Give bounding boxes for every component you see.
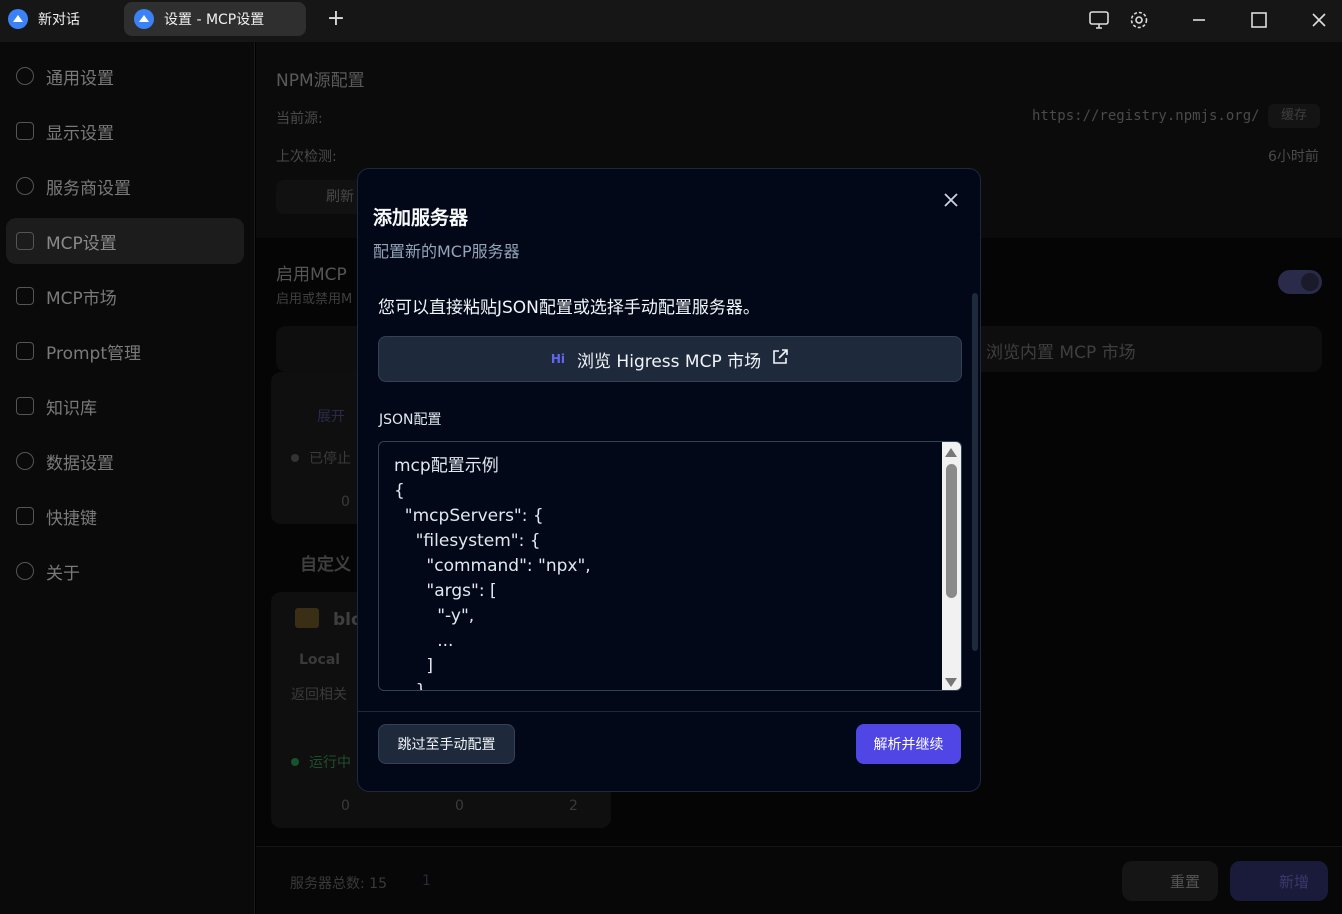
- shopping-bag-icon: [16, 287, 34, 305]
- running-count: 1: [422, 873, 431, 889]
- enable-mcp-toggle[interactable]: [1278, 270, 1322, 294]
- reset-button[interactable]: 重置: [1122, 861, 1218, 901]
- settings-icon: [16, 67, 34, 85]
- app-logo-icon: [8, 9, 28, 29]
- tab-new-chat[interactable]: 新对话: [8, 2, 80, 36]
- sidebar-item-label: MCP市场: [46, 288, 117, 309]
- skip-to-manual-button[interactable]: 跳过至手动配置: [378, 724, 515, 764]
- market-button-label: 浏览 Higress MCP 市场: [577, 351, 762, 372]
- minimize-icon[interactable]: [1185, 6, 1213, 34]
- sidebar-item-label: 数据设置: [46, 453, 114, 474]
- enable-mcp-desc: 启用或禁用M: [276, 292, 353, 307]
- sidebar-item-display[interactable]: 显示设置: [6, 108, 244, 154]
- refresh-label: 刷新: [326, 189, 354, 205]
- toggle-knob: [1301, 273, 1319, 291]
- running-status: 运行中: [309, 755, 351, 771]
- sidebar-item-label: MCP设置: [46, 233, 117, 254]
- tools-count: 0: [341, 494, 350, 510]
- browse-higress-market-button[interactable]: Hi 浏览 Higress MCP 市场: [378, 336, 962, 382]
- scroll-up-arrow-icon[interactable]: [945, 448, 957, 457]
- add-server-dialog: 添加服务器 配置新的MCP服务器 您可以直接粘贴JSON配置或选择手动配置服务器…: [357, 168, 981, 792]
- current-source-label: 当前源:: [276, 111, 323, 127]
- info-icon: [16, 562, 34, 580]
- add-button[interactable]: 新增: [1230, 861, 1328, 901]
- status-dot: [291, 758, 299, 766]
- sidebar-item-label: 服务商设置: [46, 178, 131, 199]
- cache-badge[interactable]: 缓存: [1268, 104, 1320, 128]
- tab-label: 设置 - MCP设置: [164, 12, 265, 28]
- sidebar-item-mcp-market[interactable]: MCP市场: [6, 273, 244, 319]
- expand-link[interactable]: 展开: [317, 406, 345, 426]
- server-icon: [16, 232, 34, 250]
- tab-settings[interactable]: 设置 - MCP设置: [124, 2, 306, 36]
- sidebar-item-general[interactable]: 通用设置: [6, 53, 244, 99]
- prompts-count: 0: [455, 798, 464, 814]
- stopped-status: 已停止: [309, 451, 351, 467]
- book-open-icon: [16, 342, 34, 360]
- enable-mcp-title: 启用MCP: [276, 265, 347, 285]
- higress-logo-icon: Hi: [550, 352, 566, 366]
- folder-icon: [295, 608, 319, 628]
- browse-builtin-market-link[interactable]: 浏览内置 MCP 市场: [986, 338, 1136, 363]
- dialog-title: 添加服务器: [373, 207, 469, 229]
- keyboard-icon: [16, 507, 34, 525]
- database-icon: [16, 452, 34, 470]
- new-tab-button[interactable]: +: [326, 6, 346, 31]
- footer-bar: 服务器总数: 15 1 重置 新增: [256, 846, 1342, 914]
- title-bar: 新对话 设置 - MCP设置 +: [0, 0, 1342, 42]
- sidebar-item-label: 关于: [46, 563, 80, 584]
- dialog-intro-text: 您可以直接粘贴JSON配置或选择手动配置服务器。: [378, 298, 760, 318]
- current-source-value: https://registry.npmjs.org/: [1032, 108, 1260, 124]
- close-icon[interactable]: [940, 189, 962, 211]
- tab-label: 新对话: [38, 12, 80, 28]
- server-total: 服务器总数: 15: [290, 876, 387, 892]
- book-icon: [16, 397, 34, 415]
- server-description: 返回相关: [291, 687, 347, 703]
- local-badge: Local: [299, 652, 341, 668]
- last-check-value: 6小时前: [1268, 149, 1319, 165]
- app-logo-icon: [134, 9, 154, 29]
- parse-and-continue-button[interactable]: 解析并继续: [856, 724, 961, 764]
- json-config-textarea[interactable]: mcp配置示例 { "mcpServers": { "filesystem": …: [378, 441, 962, 691]
- json-config-label: JSON配置: [379, 412, 442, 428]
- tools-count: 0: [341, 798, 350, 814]
- scroll-thumb[interactable]: [946, 464, 957, 598]
- scroll-down-arrow-icon[interactable]: [945, 678, 957, 687]
- cloud-icon: [16, 177, 34, 195]
- reset-label: 重置: [1169, 872, 1200, 891]
- sidebar-item-label: Prompt管理: [46, 343, 141, 364]
- sidebar-item-prompts[interactable]: Prompt管理: [6, 328, 244, 374]
- sidebar-item-data[interactable]: 数据设置: [6, 438, 244, 484]
- sidebar-item-label: 快捷键: [46, 508, 97, 529]
- monitor-icon[interactable]: [1085, 6, 1113, 34]
- monitor-icon: [16, 122, 34, 140]
- sidebar-item-providers[interactable]: 服务商设置: [6, 163, 244, 209]
- sidebar: 通用设置 显示设置 服务商设置 MCP设置 MCP市场 Prompt管理 知识库…: [0, 42, 255, 914]
- json-placeholder-text: mcp配置示例 { "mcpServers": { "filesystem": …: [394, 456, 591, 691]
- sidebar-item-label: 显示设置: [46, 123, 114, 144]
- custom-section-title: 自定义: [300, 555, 351, 575]
- maximize-icon[interactable]: [1245, 6, 1273, 34]
- add-label: 新增: [1278, 872, 1309, 891]
- textarea-scrollbar[interactable]: [942, 442, 961, 690]
- resources-count: 2: [569, 798, 578, 814]
- close-window-icon[interactable]: [1305, 6, 1333, 34]
- external-link-icon: [771, 348, 789, 371]
- dialog-scrollbar[interactable]: [972, 293, 978, 651]
- dialog-subtitle: 配置新的MCP服务器: [373, 242, 520, 261]
- last-check-label: 上次检测:: [276, 149, 337, 165]
- sidebar-item-about[interactable]: 关于: [6, 548, 244, 594]
- sidebar-item-label: 知识库: [46, 398, 97, 419]
- sidebar-item-knowledge[interactable]: 知识库: [6, 383, 244, 429]
- npm-title: NPM源配置: [276, 71, 365, 91]
- status-dot: [291, 454, 299, 462]
- dialog-footer: 跳过至手动配置 解析并继续: [358, 711, 980, 791]
- gear-icon[interactable]: [1125, 6, 1153, 34]
- sidebar-item-shortcuts[interactable]: 快捷键: [6, 493, 244, 539]
- sidebar-item-mcp[interactable]: MCP设置: [6, 218, 244, 264]
- sidebar-item-label: 通用设置: [46, 68, 114, 89]
